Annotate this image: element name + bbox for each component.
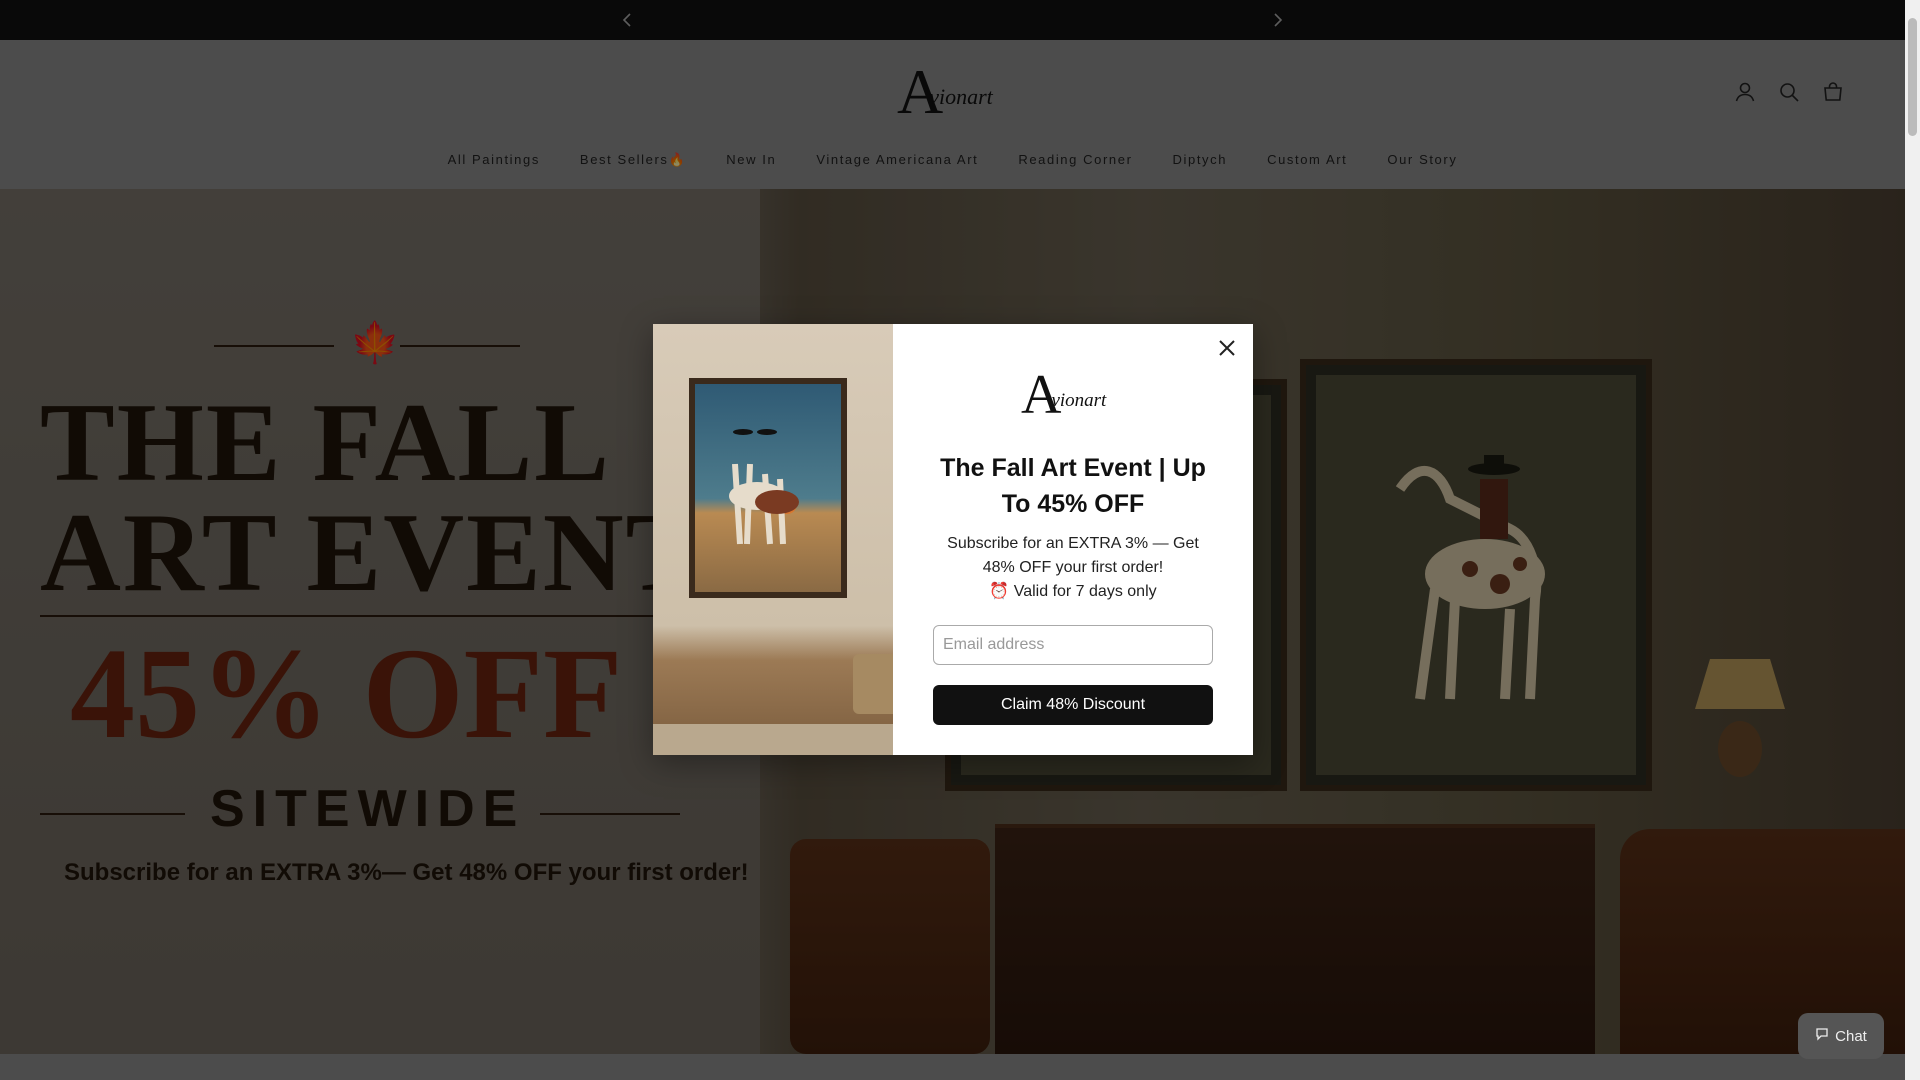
hero-title-line2: ART EVENT xyxy=(40,491,703,615)
popup-basket xyxy=(853,654,893,714)
chevron-right-icon[interactable] xyxy=(1266,8,1290,32)
popup-desc-line3: ⏰ Valid for 7 days only xyxy=(989,583,1157,600)
site-logo[interactable]: A vionart xyxy=(897,60,1009,124)
nav-item-vintage-americana-art[interactable]: Vintage Americana Art xyxy=(816,152,978,168)
page-bottom-strip xyxy=(0,1054,1905,1080)
popup-description: Subscribe for an EXTRA 3% — Get 48% OFF … xyxy=(933,532,1213,604)
horse-rider-illustration xyxy=(1395,455,1545,700)
page-scrollbar[interactable] xyxy=(1905,0,1920,1080)
popup-logo-wordmark: vionart xyxy=(1051,390,1107,411)
popup-desc-line2: 48% OFF your first order! xyxy=(982,559,1164,576)
newsletter-popup: A vionart The Fall Art Event | Up To 45%… xyxy=(653,324,1253,755)
nav-item-reading-corner[interactable]: Reading Corner xyxy=(1018,152,1132,168)
claim-discount-button[interactable]: Claim 48% Discount xyxy=(933,685,1213,725)
nav-item-all-paintings[interactable]: All Paintings xyxy=(448,152,540,168)
maple-leaf-icon: 🍁 xyxy=(350,321,400,365)
lamp-illustration xyxy=(1695,659,1785,777)
armchair-illustration xyxy=(790,839,990,1054)
promo-divider-left xyxy=(214,345,334,347)
main-nav: All Paintings Best Sellers🔥 New In Vinta… xyxy=(0,152,1905,168)
popup-desc-line1: Subscribe for an EXTRA 3% — Get xyxy=(947,535,1199,552)
popup-title: The Fall Art Event | Up To 45% OFF xyxy=(940,454,1206,518)
promo-divider-middle xyxy=(40,615,680,617)
popup-logo: A vionart xyxy=(1021,366,1131,423)
logo-wordmark: vionart xyxy=(929,84,993,109)
promo-divider-sitewide-right xyxy=(540,813,680,815)
popup-image xyxy=(653,324,893,755)
header-icons xyxy=(1733,80,1845,104)
popup-painting-frame xyxy=(689,378,847,598)
sideboard-illustration xyxy=(995,824,1595,1054)
scrollbar-thumb[interactable] xyxy=(1908,18,1917,136)
email-input[interactable] xyxy=(933,625,1213,665)
chat-button[interactable]: Chat xyxy=(1798,1013,1884,1059)
hero-discount: 45% OFF xyxy=(70,622,623,766)
nav-item-best-sellers[interactable]: Best Sellers🔥 xyxy=(580,152,686,168)
nav-item-custom-art[interactable]: Custom Art xyxy=(1267,152,1347,168)
close-icon[interactable] xyxy=(1215,336,1239,360)
popup-body: A vionart The Fall Art Event | Up To 45%… xyxy=(893,324,1253,755)
promo-divider-sitewide-left xyxy=(40,813,185,815)
nav-item-diptych[interactable]: Diptych xyxy=(1173,152,1228,168)
popup-painting xyxy=(695,384,841,592)
hero-subtitle: Subscribe for an EXTRA 3%— Get 48% OFF y… xyxy=(64,859,749,886)
promo-divider-right xyxy=(400,345,520,347)
announcement-bar xyxy=(0,0,1905,40)
chevron-left-icon[interactable] xyxy=(615,8,639,32)
site-header: A vionart All Paintings Best Sellers🔥 Ne… xyxy=(0,40,1905,189)
nav-item-new-in[interactable]: New In xyxy=(726,152,776,168)
chat-label: Chat xyxy=(1835,1027,1867,1045)
hero-sitewide: SITEWIDE xyxy=(210,780,526,838)
popup-rug xyxy=(653,724,893,755)
search-icon[interactable] xyxy=(1777,80,1801,104)
account-icon[interactable] xyxy=(1733,80,1757,104)
chat-bubble-icon xyxy=(1815,1027,1829,1045)
cart-icon[interactable] xyxy=(1821,80,1845,104)
nav-item-our-story[interactable]: Our Story xyxy=(1387,152,1457,168)
